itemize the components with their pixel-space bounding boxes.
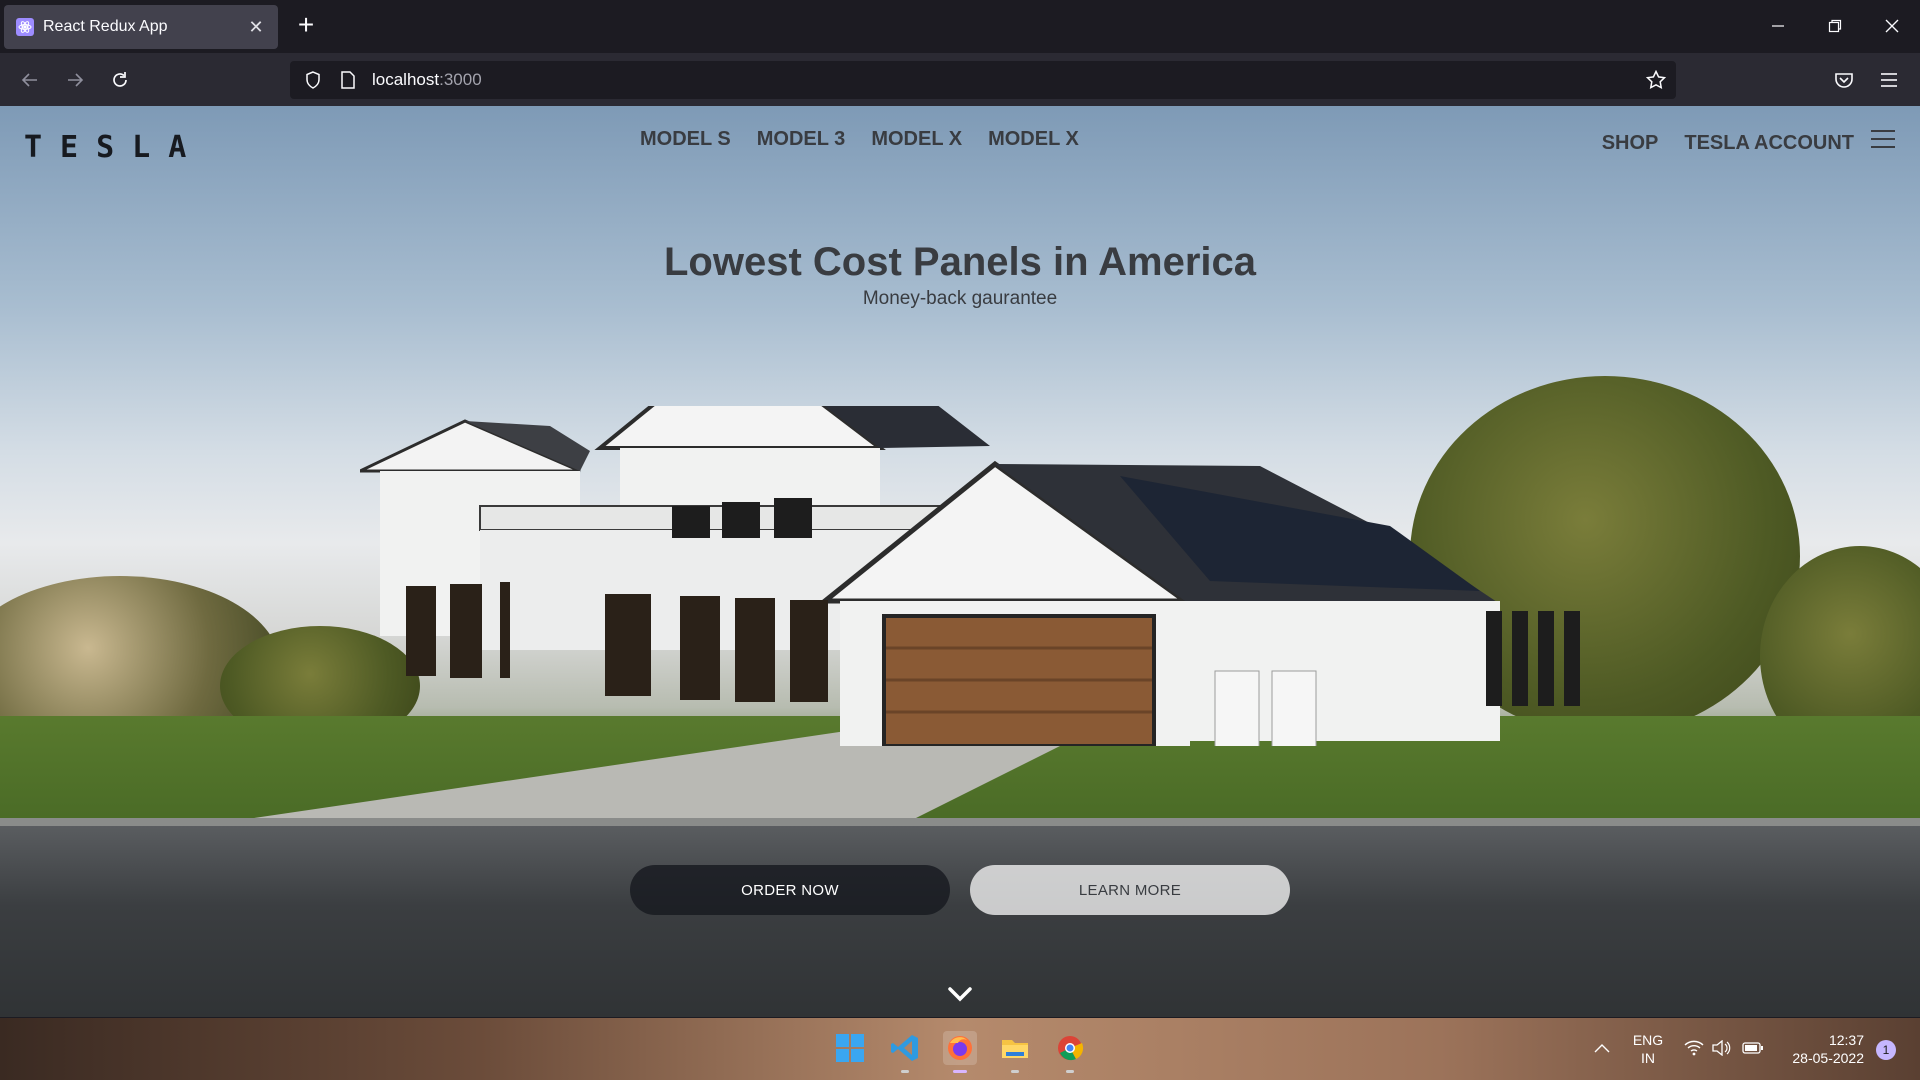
- wifi-icon[interactable]: [1680, 1031, 1708, 1065]
- react-favicon-icon: [16, 18, 34, 36]
- tab-title: React Redux App: [43, 18, 168, 35]
- vscode-icon[interactable]: [888, 1031, 922, 1073]
- running-indicator: [901, 1070, 909, 1073]
- browser-toolbar: localhost:3000: [0, 53, 1920, 106]
- clock[interactable]: 12:37 28-05-2022: [1778, 1031, 1864, 1067]
- close-tab-icon[interactable]: ✕: [246, 17, 266, 38]
- region-code: IN: [1641, 1050, 1655, 1066]
- tracking-shield-icon[interactable]: [298, 71, 328, 89]
- file-explorer-icon[interactable]: [998, 1031, 1032, 1073]
- url-bar[interactable]: localhost:3000: [290, 61, 1676, 99]
- nav-model-x-2[interactable]: MODEL X: [988, 128, 1079, 151]
- show-hidden-icons-icon[interactable]: [1588, 1031, 1616, 1065]
- windows-taskbar: ENG IN 12:37 28-05-2022: [0, 1018, 1920, 1080]
- chrome-icon[interactable]: [1053, 1031, 1087, 1073]
- notification-badge[interactable]: 1: [1876, 1040, 1896, 1060]
- clock-date: 28-05-2022: [1792, 1050, 1864, 1066]
- chevron-down-icon[interactable]: [946, 984, 974, 1004]
- minimize-icon[interactable]: [1755, 10, 1801, 42]
- volume-icon[interactable]: [1708, 1031, 1736, 1065]
- url-port: :3000: [439, 70, 482, 89]
- language-indicator[interactable]: ENG IN: [1622, 1031, 1674, 1067]
- new-tab-button[interactable]: +: [292, 11, 320, 40]
- clock-time: 12:37: [1828, 1032, 1864, 1048]
- nav-model-3[interactable]: MODEL 3: [757, 128, 846, 151]
- app-menu-icon[interactable]: [1872, 63, 1906, 97]
- hero-headline: Lowest Cost Panels in America: [663, 240, 1257, 284]
- active-indicator: [953, 1070, 967, 1073]
- nav-tesla-account[interactable]: TESLA ACCOUNT: [1684, 132, 1854, 155]
- forward-arrow-icon[interactable]: [58, 63, 92, 97]
- firefox-icon[interactable]: [943, 1031, 977, 1073]
- hero-background-image: TESLA MODEL S MODEL 3 MODEL X MODEL X SH…: [0, 106, 1920, 1017]
- hamburger-menu-icon[interactable]: [1871, 130, 1895, 148]
- pocket-icon[interactable]: [1827, 63, 1861, 97]
- page-viewport: TESLA MODEL S MODEL 3 MODEL X MODEL X SH…: [0, 106, 1920, 1017]
- browser-tab-strip: React Redux App ✕ +: [0, 0, 1920, 53]
- url-host: localhost: [372, 70, 440, 89]
- browser-tab[interactable]: React Redux App ✕: [4, 5, 278, 49]
- url-text: localhost:3000: [372, 70, 482, 90]
- hero-subline: Money-back gaurantee: [862, 288, 1058, 309]
- back-arrow-icon[interactable]: [13, 63, 47, 97]
- nav-model-x[interactable]: MODEL X: [871, 128, 962, 151]
- reload-icon[interactable]: [103, 63, 137, 97]
- tesla-logo[interactable]: TESLA: [24, 130, 204, 165]
- running-indicator: [1066, 1070, 1074, 1073]
- language-code: ENG: [1632, 1032, 1664, 1048]
- learn-more-button[interactable]: LEARN MORE: [970, 865, 1290, 915]
- nav-model-s[interactable]: MODEL S: [640, 128, 731, 151]
- battery-icon[interactable]: [1738, 1031, 1768, 1065]
- running-indicator: [1011, 1070, 1019, 1073]
- windows-start-icon[interactable]: [833, 1031, 867, 1065]
- restore-icon[interactable]: [1812, 10, 1858, 42]
- close-window-icon[interactable]: [1869, 10, 1915, 42]
- bookmark-star-icon[interactable]: [1645, 69, 1667, 95]
- model-nav: MODEL S MODEL 3 MODEL X MODEL X: [640, 128, 1079, 151]
- house-image: [360, 406, 1580, 746]
- account-nav: SHOP TESLA ACCOUNT: [1602, 132, 1854, 155]
- page-info-icon[interactable]: [336, 71, 360, 89]
- nav-shop[interactable]: SHOP: [1602, 132, 1659, 155]
- order-now-button[interactable]: ORDER NOW: [630, 865, 950, 915]
